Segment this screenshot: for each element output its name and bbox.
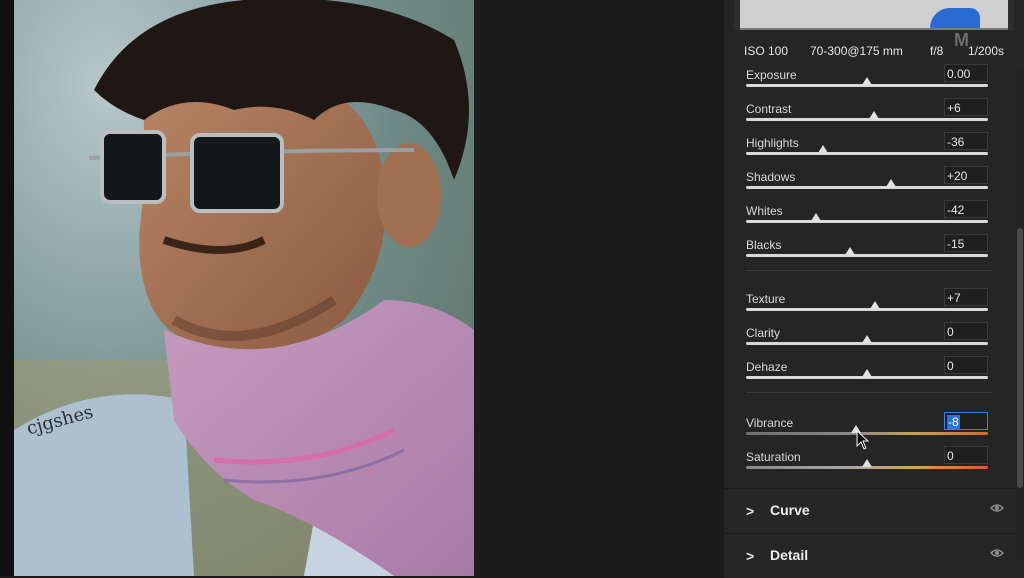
section-detail[interactable]: > Detail — [724, 533, 1024, 578]
highlights-value-input[interactable]: -36 — [944, 132, 988, 150]
section-curve[interactable]: > Curve — [724, 488, 1024, 533]
contrast-value-input[interactable]: +6 — [944, 98, 988, 116]
highlights-slider-track[interactable] — [746, 152, 988, 155]
blacks-label: Blacks — [746, 238, 782, 252]
shadows-value-input[interactable]: +20 — [944, 166, 988, 184]
dehaze-label: Dehaze — [746, 360, 788, 374]
slider-row-saturation: Saturation 0 — [746, 446, 988, 484]
histogram — [734, 0, 1014, 30]
slider-row-exposure: Exposure 0.00 — [746, 64, 988, 102]
portrait-image — [14, 0, 474, 576]
slider-row-whites: Whites -42 — [746, 200, 988, 238]
dehaze-slider-thumb[interactable] — [862, 369, 872, 377]
histogram-blue-channel — [930, 8, 980, 30]
scrollbar-thumb[interactable] — [1017, 228, 1023, 488]
dehaze-value-input[interactable]: 0 — [944, 356, 988, 374]
shutter-value: 1/200s — [968, 44, 1005, 58]
exposure-value-input[interactable]: 0.00 — [944, 64, 988, 82]
slider-row-shadows: Shadows +20 — [746, 166, 988, 204]
slider-row-contrast: Contrast +6 — [746, 98, 988, 136]
canvas-background — [474, 0, 724, 576]
blacks-value-input[interactable]: -15 — [944, 234, 988, 252]
texture-value-input[interactable]: +7 — [944, 288, 988, 306]
contrast-value-text: +6 — [947, 101, 961, 115]
slider-row-clarity: Clarity 0 — [746, 322, 988, 360]
eye-icon[interactable] — [990, 548, 1004, 558]
exposure-value-text: 0.00 — [947, 67, 971, 81]
chevron-right-icon: > — [746, 503, 755, 519]
vibrance-label: Vibrance — [746, 416, 794, 430]
dehaze-value-text: 0 — [947, 359, 954, 373]
saturation-value-text: 0 — [947, 449, 954, 463]
texture-slider-thumb[interactable] — [870, 301, 881, 309]
highlights-label: Highlights — [746, 136, 799, 150]
whites-value-text: -42 — [947, 203, 965, 217]
slider-row-texture: Texture +7 — [746, 288, 988, 326]
lens-value: 70-300@175 mm — [810, 44, 903, 58]
whites-slider-track[interactable] — [746, 220, 988, 223]
camera-info-bar: ISO 100 70-300@175 mm f/8 1/200s — [734, 40, 1014, 62]
clarity-label: Clarity — [746, 326, 781, 340]
contrast-slider-thumb[interactable] — [869, 111, 880, 119]
eye-icon[interactable] — [990, 503, 1004, 513]
whites-value-input[interactable]: -42 — [944, 200, 988, 218]
slider-row-highlights: Highlights -36 — [746, 132, 988, 170]
saturation-slider-thumb[interactable] — [862, 459, 872, 467]
blacks-value-text: -15 — [947, 237, 965, 251]
highlights-slider-thumb[interactable] — [818, 145, 829, 153]
shadows-slider-thumb[interactable] — [886, 179, 897, 187]
photo-preview[interactable]: cjgshes — [14, 0, 474, 576]
shadows-slider-track[interactable] — [746, 186, 988, 189]
chevron-right-icon: > — [746, 548, 755, 564]
exposure-slider-thumb[interactable] — [862, 77, 872, 85]
slider-row-dehaze: Dehaze 0 — [746, 356, 988, 394]
shadows-value-text: +20 — [947, 169, 968, 183]
exposure-label: Exposure — [746, 68, 797, 82]
clarity-slider-thumb[interactable] — [862, 335, 872, 343]
section-curve-title: Curve — [770, 502, 810, 518]
contrast-slider-track[interactable] — [746, 118, 988, 121]
texture-value-text: +7 — [947, 291, 961, 305]
mouse-pointer-icon — [856, 430, 870, 450]
texture-label: Texture — [746, 292, 786, 306]
blacks-slider-thumb[interactable] — [845, 247, 856, 255]
left-edge-strip — [0, 0, 14, 576]
group-divider — [746, 270, 992, 271]
aperture-value: f/8 — [930, 44, 944, 58]
vibrance-value-text: -8 — [947, 415, 960, 429]
clarity-value-input[interactable]: 0 — [944, 322, 988, 340]
panel-scrollbar[interactable] — [1016, 70, 1024, 560]
shadows-label: Shadows — [746, 170, 796, 184]
slider-row-blacks: Blacks -15 — [746, 234, 988, 272]
iso-value: ISO 100 — [744, 44, 789, 58]
whites-slider-thumb[interactable] — [811, 213, 822, 221]
texture-slider-track[interactable] — [746, 308, 988, 311]
whites-label: Whites — [746, 204, 783, 218]
edit-panel: ISO 100 70-300@175 mm f/8 1/200s Exposur… — [724, 0, 1024, 578]
clarity-value-text: 0 — [947, 325, 954, 339]
vibrance-value-input[interactable]: -8 — [944, 412, 988, 430]
blacks-slider-track[interactable] — [746, 254, 988, 257]
group-divider — [746, 392, 992, 393]
watermark-logo: M — [954, 30, 969, 50]
section-detail-title: Detail — [770, 547, 809, 563]
highlights-value-text: -36 — [947, 135, 965, 149]
saturation-label: Saturation — [746, 450, 801, 464]
contrast-label: Contrast — [746, 102, 792, 116]
saturation-value-input[interactable]: 0 — [944, 446, 988, 464]
